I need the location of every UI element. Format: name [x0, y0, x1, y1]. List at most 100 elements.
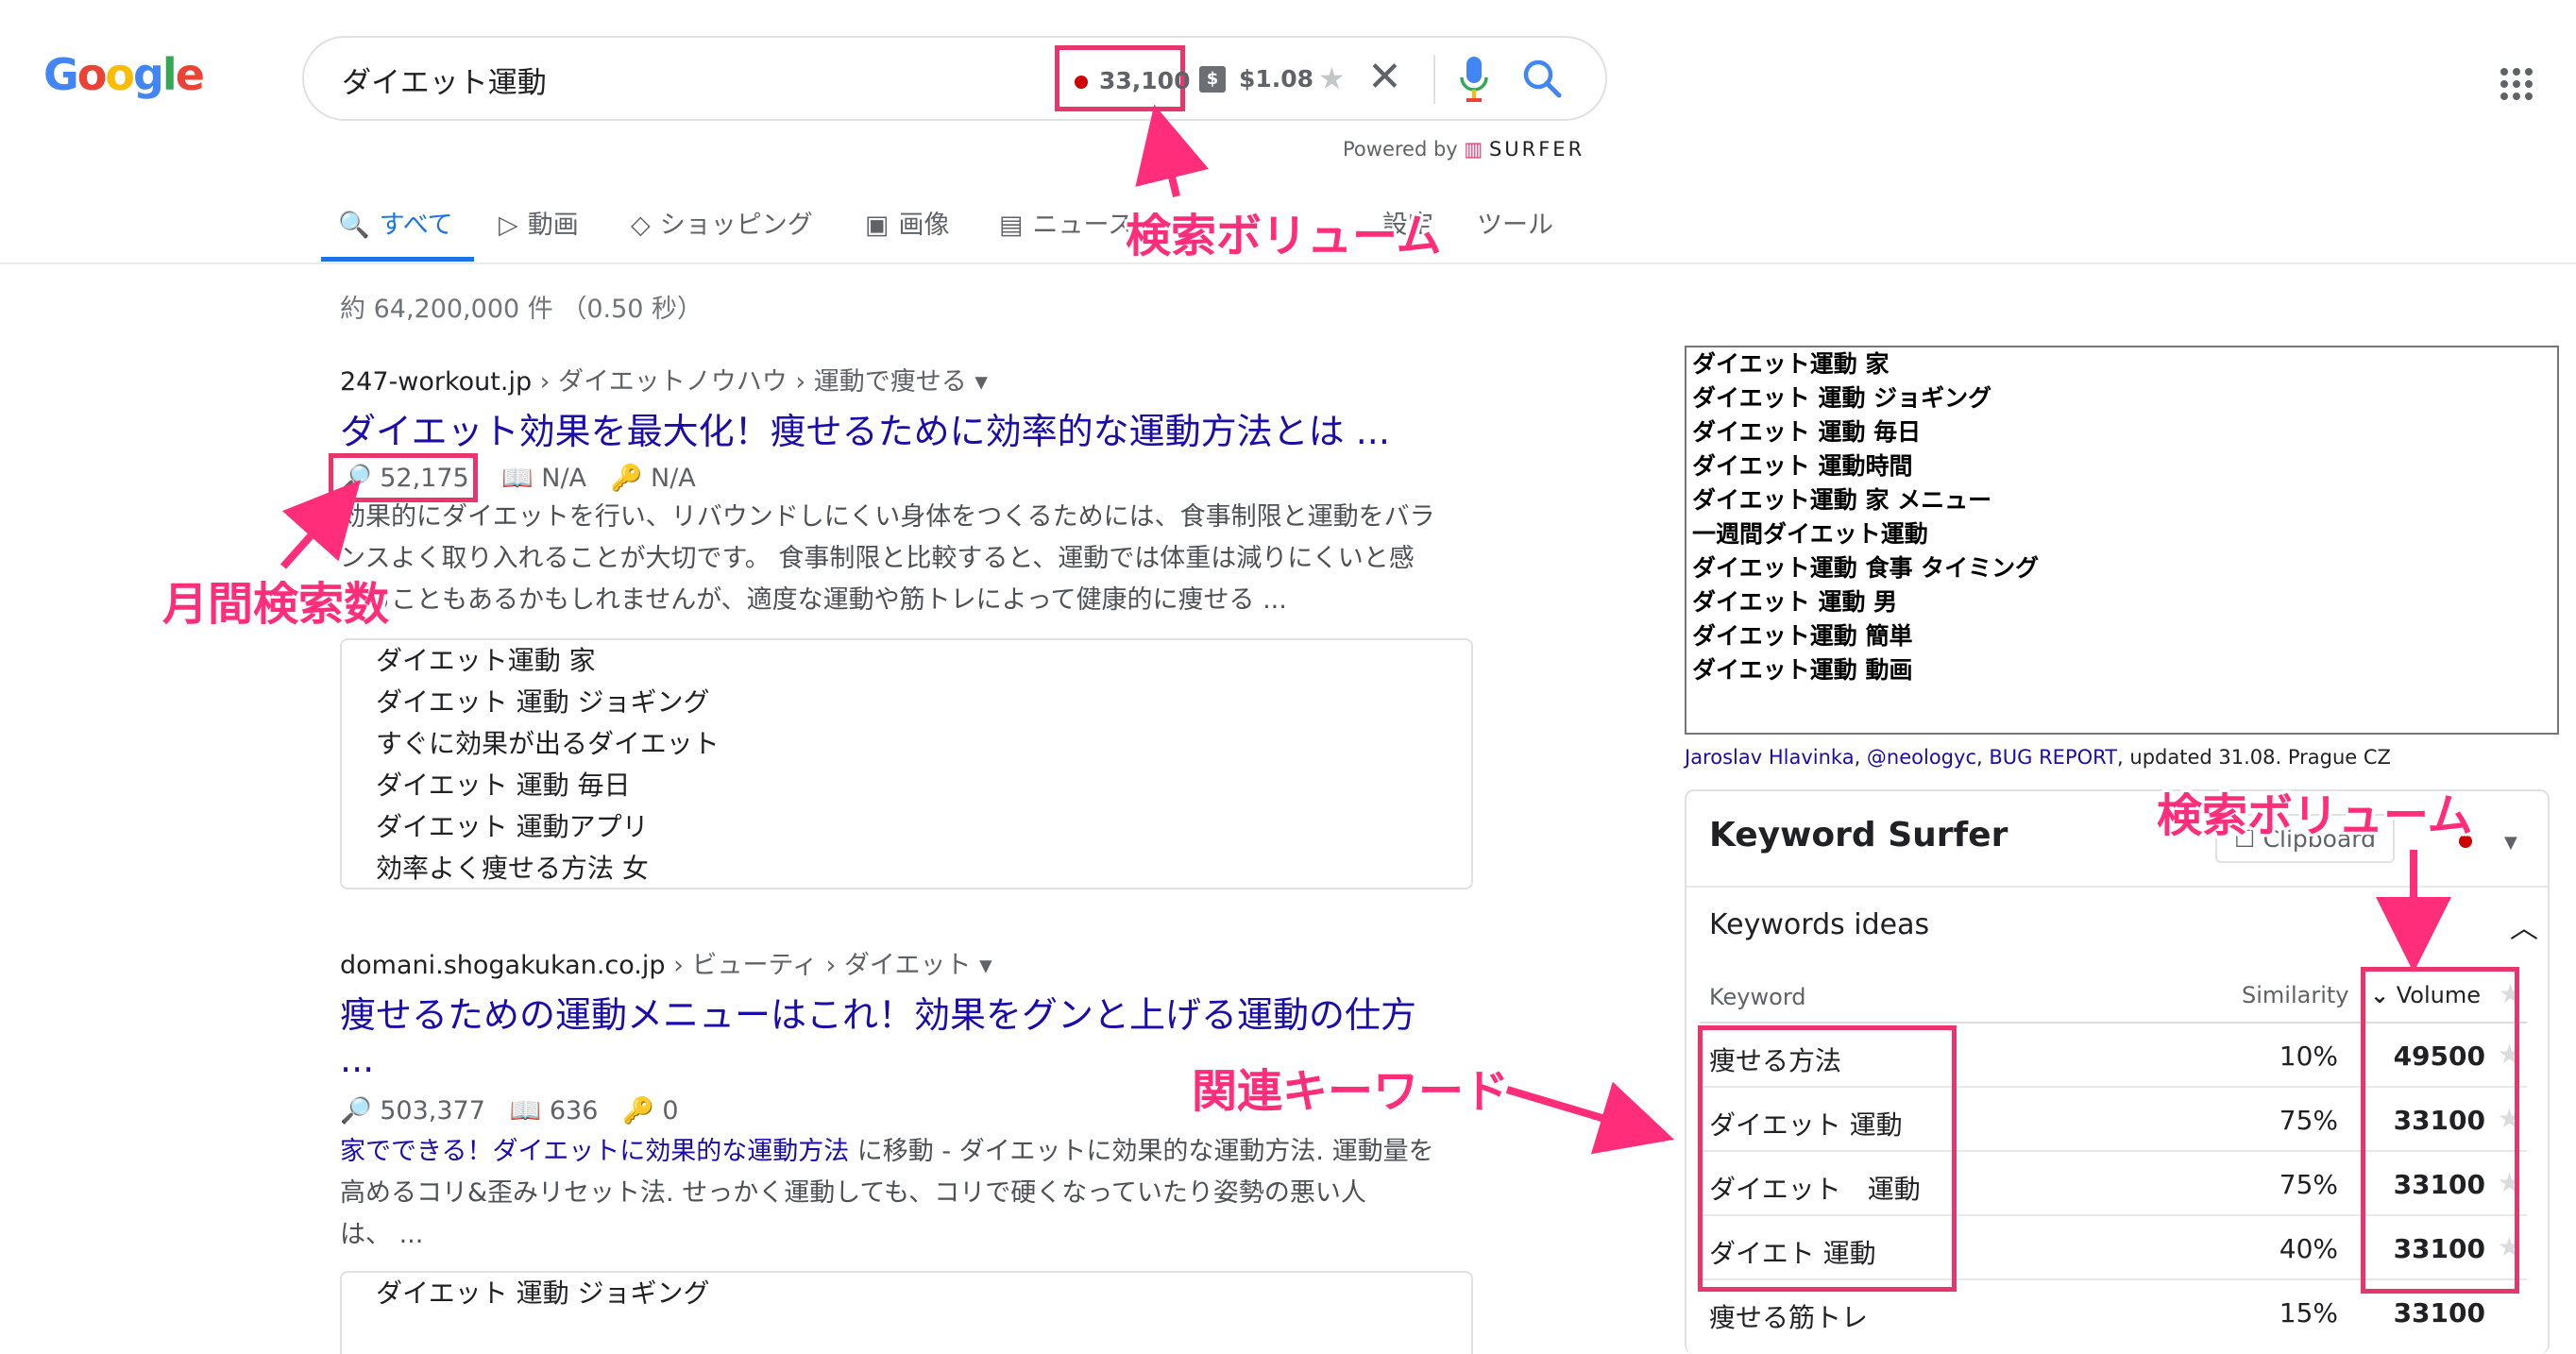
row-volume: 33100 [2393, 1297, 2485, 1329]
result-breadcrumb[interactable]: 247-workout.jp › ダイエットノウハウ › 運動で痩せる ▾ [340, 361, 988, 398]
book-value: 636 [549, 1096, 599, 1126]
result-snippet: 効果的にダイエットを行い、リバウンドしにくい身体をつくるためには、食事制限と運動… [340, 497, 1473, 621]
result-path: › ダイエットノウハウ › 運動で痩せる [532, 367, 967, 397]
row-similarity: 40% [2279, 1233, 2338, 1264]
suggestion-line: ダイエット運動 家 メニュー [1692, 486, 1992, 514]
result-breadcrumb[interactable]: domani.shogakukan.co.jp › ビューティ › ダイエット … [340, 944, 992, 981]
keyword-surfer-panel: Keyword Surfer ☐ Clipboard ▼ Keywords ide… [1685, 789, 2550, 1354]
related-keywords-highlight [1698, 1025, 1957, 1292]
chevron-up-icon[interactable]: ︿ [2510, 905, 2538, 946]
magnifier-icon: 🔎 [340, 1096, 372, 1126]
sitelink[interactable]: 家でできる！ダイエットに効果的な運動方法 [340, 1137, 849, 1166]
tab-news[interactable]: ▤ ニュース [999, 204, 1133, 241]
row-similarity: 75% [2279, 1169, 2338, 1200]
search-volume: 503,377 [380, 1096, 485, 1126]
powered-by-label: Powered by [1343, 138, 1458, 161]
logo-letter: e [175, 49, 205, 100]
result-title-continued[interactable]: ... [340, 1039, 374, 1080]
snippet-line: ンスよく取り入れることが大切です。 食事制限と比較すると、運動では体重は減りにく… [340, 544, 1415, 573]
column-keyword[interactable]: Keyword [1709, 984, 1806, 1010]
logo-letter: G [43, 49, 79, 100]
result-snippet: 家でできる！ダイエットに効果的な運動方法 に移動 - ダイエットに効果的な運動方… [340, 1131, 1473, 1256]
sitelink-suffix: に移動 - [849, 1137, 959, 1166]
chevron-down-icon[interactable]: ▼ [2504, 833, 2517, 853]
suggestion-line: 一週間ダイエット運動 [1692, 520, 1928, 548]
suggestion-line: ダイエット 運動 ジョギング [1692, 384, 1992, 412]
surfer-logo-icon: ▥ [1464, 138, 1483, 161]
bug-report-link[interactable]: BUG REPORT [1989, 746, 2117, 769]
key-value: N/A [651, 464, 696, 493]
star-icon[interactable]: ★ [1318, 60, 1346, 96]
volume-column-highlight [2361, 967, 2519, 1294]
tab-all[interactable]: 🔍 すべて [338, 204, 453, 241]
author-link[interactable]: Jaroslav Hlavinka [1685, 746, 1855, 769]
clear-icon[interactable]: ✕ [1367, 53, 1402, 101]
suggestion-line: ダイエット運動 食事 タイミング [1692, 554, 2040, 582]
list-item[interactable]: ダイエット運動 家 [342, 640, 1471, 682]
tab-shopping[interactable]: ◇ ショッピング [631, 204, 813, 241]
divider [1686, 886, 2548, 888]
annotation-volume-side: 検索ボリューム [2157, 789, 2473, 842]
result-path: › ビューティ › ダイエット [665, 951, 972, 980]
row-keyword: 痩せる筋トレ [1709, 1302, 1869, 1333]
annotation-volume-top: 検索ボリューム [1126, 210, 1442, 262]
credits-text: , updated 31.08. Prague CZ [2117, 746, 2391, 769]
search-box[interactable]: ダイエット運動 33,100 $ $1.08 ★ ✕ [302, 36, 1607, 121]
google-logo[interactable]: Google [43, 49, 205, 115]
apps-grid-icon[interactable] [2500, 68, 2533, 100]
search-query[interactable]: ダイエット運動 [342, 59, 547, 101]
list-item[interactable]: ダイエット 運動 ジョギング [342, 1273, 1471, 1314]
book-value: N/A [541, 464, 587, 493]
search-volume-value: 33,100 [1099, 67, 1191, 94]
credits-line: Jaroslav Hlavinka, @neologyc, BUG REPORT… [1685, 746, 2391, 769]
list-item[interactable]: 効率よく痩せる方法 女 [342, 848, 1471, 889]
snippet-line: じることもあるかもしれませんが、適度な運動や筋トレによって健康的に痩せる ... [340, 585, 1287, 615]
chevron-down-icon[interactable]: ▾ [974, 367, 988, 397]
suggestion-line: ダイエット 運動時間 [1692, 452, 1913, 480]
list-item[interactable]: ダイエット 運動アプリ [342, 806, 1471, 848]
suggestion-line: ダイエット 運動 毎日 [1692, 418, 1922, 446]
annotation-monthly: 月間検索数 [162, 578, 390, 631]
column-similarity[interactable]: Similarity [2242, 982, 2348, 1008]
result-metrics: 🔎 52,175 📖 N/A 🔑 N/A [340, 463, 696, 493]
suggestion-line: ダイエット 運動 男 [1692, 588, 1898, 616]
microphone-icon[interactable] [1458, 55, 1490, 104]
key-value: 0 [662, 1096, 679, 1126]
panel-title: Keyword Surfer [1709, 816, 2008, 855]
keyword-suggestions-textarea[interactable]: ダイエット運動 家 ダイエット 運動 ジョギング ダイエット 運動 毎日 ダイエ… [1685, 346, 2559, 735]
row-similarity: 10% [2279, 1041, 2338, 1072]
suggestion-line: ダイエット運動 家 [1692, 350, 1890, 378]
tab-tools[interactable]: ツール [1477, 204, 1553, 241]
result-title[interactable]: ダイエット効果を最大化！痩せるために効率的な運動方法とは ... [340, 402, 1390, 454]
handle-link[interactable]: @neologyc [1867, 746, 1976, 769]
logo-letter: g [132, 49, 164, 100]
list-item[interactable]: すぐに効果が出るダイエット [342, 723, 1471, 765]
japan-flag-icon [1075, 76, 1088, 89]
key-icon: 🔑 [610, 464, 643, 493]
powered-by-surfer[interactable]: Powered by ▥ SURFER [1343, 138, 1585, 161]
result-site: 247-workout.jp [340, 367, 533, 397]
result-site: domani.shogakukan.co.jp [340, 951, 666, 980]
related-keywords-box: ダイエット運動 家 ダイエット 運動 ジョギング すぐに効果が出るダイエット ダ… [340, 638, 1473, 889]
result-title[interactable]: 痩せるための運動メニューはこれ！効果をグンと上げる運動の仕方 [340, 986, 1416, 1038]
snippet-line: は、 ... [340, 1220, 424, 1249]
dollar-icon: $ [1199, 66, 1226, 93]
logo-letter: l [161, 49, 178, 100]
annotation-related: 関連キーワード [1192, 1065, 1510, 1118]
snippet-line: 効果的にダイエットを行い、リバウンドしにくい身体をつくるためには、食事制限と運動… [340, 502, 1435, 532]
book-icon: 📖 [501, 464, 534, 493]
row-similarity: 15% [2279, 1297, 2338, 1329]
search-volume: 52,175 [380, 464, 469, 493]
tag-icon: ◇ [631, 211, 651, 240]
snippet-line: 高めるコリ&歪みリセット法. せっかく運動しても、コリで硬くなっていたり姿勢の悪… [340, 1178, 1366, 1208]
tab-videos[interactable]: ▷ 動画 [499, 204, 579, 241]
tab-images[interactable]: ▣ 画像 [865, 204, 950, 241]
list-item[interactable]: ダイエット 運動 ジョギング [342, 682, 1471, 723]
active-tab-indicator [321, 257, 474, 262]
arrow-to-volume [1135, 104, 1210, 197]
chevron-down-icon[interactable]: ▾ [979, 951, 992, 980]
search-icon[interactable] [1520, 57, 1564, 100]
list-item[interactable]: ダイエット 運動 毎日 [342, 765, 1471, 806]
cpc-value: $1.08 [1239, 65, 1314, 93]
arrow-to-monthly [280, 480, 361, 569]
